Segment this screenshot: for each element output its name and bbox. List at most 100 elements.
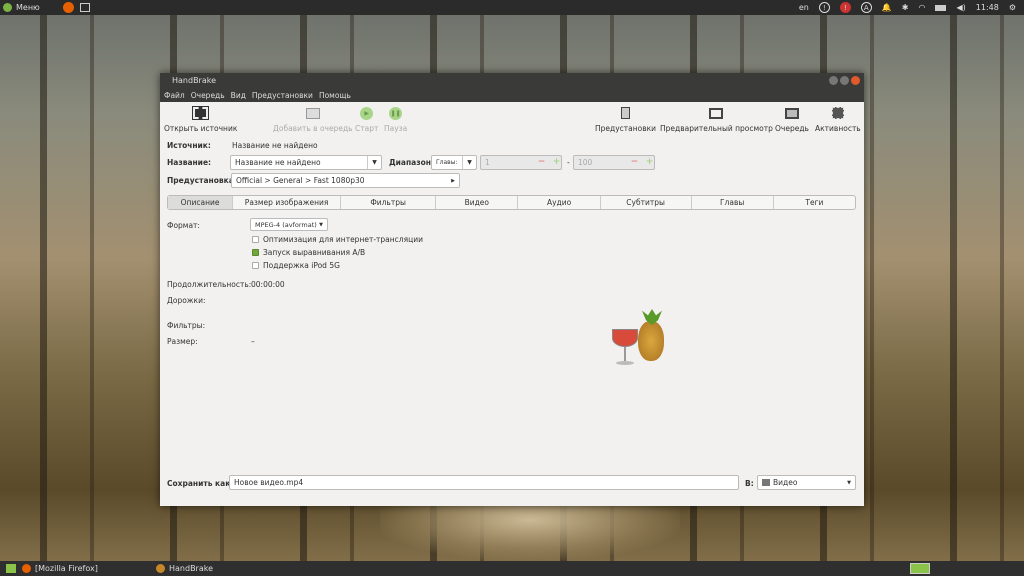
queue-label: Очередь [775, 124, 809, 133]
menu-presets[interactable]: Предустановки [252, 91, 313, 100]
source-label: Источник: [167, 141, 211, 150]
mint-icon [3, 3, 12, 12]
add-image-icon [305, 106, 321, 120]
open-source-button[interactable]: Открыть источник [164, 106, 237, 133]
handbrake-icon [156, 564, 165, 573]
firefox-icon[interactable] [62, 2, 74, 13]
checkbox-label: Оптимизация для интернет-трансляции [263, 235, 423, 244]
web-optimize-checkbox[interactable]: Оптимизация для интернет-трансляции [252, 235, 423, 244]
range-end-increment[interactable]: + [645, 158, 654, 167]
menu-file[interactable]: Файл [164, 91, 185, 100]
pause-icon: ❚❚ [388, 106, 404, 120]
volume-icon[interactable]: ◀) [956, 3, 965, 12]
taskbar-item-firefox[interactable]: [Mozilla Firefox] [22, 564, 137, 573]
tab-filters[interactable]: Фильтры [341, 196, 437, 209]
format-label: Формат: [167, 221, 200, 230]
title-value: Название не найдено [235, 158, 321, 167]
menu-button[interactable]: Меню [3, 3, 40, 12]
range-mode-value: Главы: [436, 159, 458, 166]
taskbar-item-handbrake[interactable]: HandBrake [156, 564, 213, 573]
range-start-decrement[interactable]: − [537, 158, 546, 167]
ipod-5g-checkbox[interactable]: Поддержка iPod 5G [252, 261, 340, 270]
files-icon[interactable] [79, 3, 90, 12]
chevron-down-icon: ▼ [367, 156, 381, 169]
pause-button[interactable]: ❚❚ Пауза [384, 106, 407, 133]
minimize-button[interactable] [829, 76, 838, 85]
chevron-down-icon: ▼ [319, 221, 323, 228]
tab-subtitles[interactable]: Субтитры [601, 196, 692, 209]
format-dropdown[interactable]: MPEG-4 (avformat) ▼ [250, 218, 328, 231]
save-as-value: Новое видео.mp4 [234, 478, 304, 487]
play-icon: ▶ [359, 106, 375, 120]
chevron-down-icon: ▼ [847, 479, 851, 486]
film-icon [192, 106, 210, 120]
preview-button[interactable]: Предварительный просмотр [660, 106, 773, 133]
preset-label: Предустановка: [167, 176, 237, 185]
tab-chapters[interactable]: Главы [692, 196, 774, 209]
clock[interactable]: 11:48 [976, 3, 999, 12]
title-dropdown[interactable]: Название не найдено ▼ [230, 155, 382, 170]
window-title: HandBrake [172, 76, 217, 85]
tab-tags[interactable]: Теги [774, 196, 855, 209]
accessibility-icon[interactable]: A [860, 2, 872, 13]
notifications-icon[interactable]: 🔔 [882, 3, 892, 12]
settings-icon[interactable]: ⚙ [1009, 3, 1016, 12]
add-to-queue-button[interactable]: Добавить в очередь [273, 106, 353, 133]
show-desktop-icon[interactable] [6, 564, 16, 573]
title-label: Название: [167, 158, 212, 167]
maximize-button[interactable] [840, 76, 849, 85]
folder-icon [762, 479, 770, 486]
menu-queue[interactable]: Очередь [191, 91, 225, 100]
open-source-label: Открыть источник [164, 124, 238, 133]
chevron-down-icon: ▼ [462, 156, 476, 169]
source-value: Название не найдено [232, 141, 318, 150]
range-dash: - [567, 158, 570, 167]
queue-button[interactable]: Очередь [775, 106, 809, 133]
battery-icon[interactable] [935, 4, 947, 11]
start-button[interactable]: ▶ Старт [355, 106, 378, 133]
presets-button[interactable]: Предустановки [595, 106, 656, 133]
range-mode-dropdown[interactable]: Главы: ▼ [431, 155, 477, 170]
workspace-switcher[interactable] [910, 563, 930, 574]
title-bar[interactable]: HandBrake [160, 73, 864, 88]
tab-summary[interactable]: Описание [168, 196, 234, 209]
info-icon[interactable]: ! [818, 2, 830, 13]
checkbox-checked-icon [252, 249, 259, 256]
activity-button[interactable]: Активность [815, 106, 861, 133]
range-start-increment[interactable]: + [552, 158, 561, 167]
chevron-right-icon: ▶ [451, 177, 455, 184]
tab-video[interactable]: Видео [436, 196, 519, 209]
taskbar-label: [Mozilla Firefox] [35, 564, 98, 573]
destination-label: В: [745, 479, 754, 488]
range-end-value: 100 [578, 158, 593, 167]
menu-bar: Файл Очередь Вид Предустановки Помощь [160, 88, 864, 102]
close-button[interactable] [851, 76, 860, 85]
preview-icon [708, 106, 724, 120]
keyboard-layout[interactable]: en [799, 3, 809, 12]
menu-label: Меню [16, 3, 40, 12]
align-av-checkbox[interactable]: Запуск выравнивания A/B [252, 248, 365, 257]
menu-help[interactable]: Помощь [319, 91, 351, 100]
bluetooth-icon[interactable]: ✱ [902, 3, 909, 12]
checkbox-label: Запуск выравнивания A/B [263, 248, 366, 257]
range-end-decrement[interactable]: − [630, 158, 639, 167]
tracks-label: Дорожки: [167, 296, 206, 305]
duration-label: Продолжительность: [167, 280, 252, 289]
destination-value: Видео [773, 478, 798, 487]
range-start-value: 1 [485, 158, 490, 167]
preset-selector[interactable]: Official > General > Fast 1080p30 ▶ [231, 173, 460, 188]
tab-audio[interactable]: Аудио [518, 196, 601, 209]
save-as-input[interactable]: Новое видео.mp4 [229, 475, 739, 490]
handbrake-window: HandBrake Файл Очередь Вид Предустановки… [160, 73, 864, 506]
update-icon[interactable]: ! [839, 2, 851, 13]
add-queue-label: Добавить в очередь [273, 124, 353, 133]
checkbox-label: Поддержка iPod 5G [263, 261, 340, 270]
pause-label: Пауза [384, 124, 408, 133]
menu-view[interactable]: Вид [231, 91, 246, 100]
wifi-icon[interactable]: ◠ [919, 3, 926, 12]
range-end-input[interactable]: 100 [573, 155, 655, 170]
destination-dropdown[interactable]: Видео ▼ [757, 475, 856, 490]
tab-dimensions[interactable]: Размер изображения [233, 196, 342, 209]
activity-icon [830, 106, 846, 120]
range-start-input[interactable]: 1 [480, 155, 562, 170]
